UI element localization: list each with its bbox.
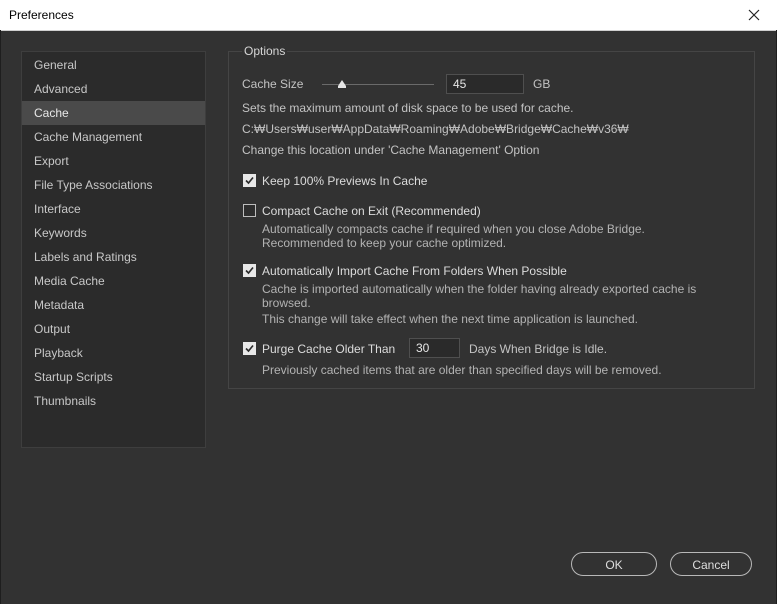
auto-import-desc-line1: Cache is imported automatically when the… [262, 282, 697, 296]
cache-size-description: Sets the maximum amount of disk space to… [242, 101, 574, 115]
purge-days-input[interactable] [409, 338, 460, 358]
compact-cache-desc-line2: Recommended to keep your cache optimized… [262, 236, 507, 250]
sidebar-item-metadata[interactable]: Metadata [22, 293, 205, 317]
auto-import-desc-line2: browsed. [262, 296, 311, 310]
compact-cache-checkbox[interactable] [243, 204, 256, 217]
cache-size-unit: GB [533, 77, 551, 91]
close-icon [748, 9, 760, 21]
keep-previews-checkbox[interactable] [243, 174, 256, 187]
purge-days-suffix: Days When Bridge is Idle. [469, 342, 608, 356]
close-button[interactable] [731, 0, 777, 30]
sidebar-item-output[interactable]: Output [22, 317, 205, 341]
sidebar-item-cache[interactable]: Cache [22, 101, 205, 125]
sidebar-item-startup-scripts[interactable]: Startup Scripts [22, 365, 205, 389]
purge-cache-checkbox[interactable] [243, 342, 256, 355]
sidebar-item-export[interactable]: Export [22, 149, 205, 173]
purge-cache-label[interactable]: Purge Cache Older Than [262, 342, 395, 356]
cache-size-input[interactable] [446, 74, 524, 94]
preferences-category-list: General Advanced Cache Cache Management … [21, 51, 206, 448]
sidebar-item-general[interactable]: General [22, 53, 205, 77]
sidebar-item-keywords[interactable]: Keywords [22, 221, 205, 245]
sidebar-item-thumbnails[interactable]: Thumbnails [22, 389, 205, 413]
sidebar-item-playback[interactable]: Playback [22, 341, 205, 365]
sidebar-item-advanced[interactable]: Advanced [22, 77, 205, 101]
auto-import-label[interactable]: Automatically Import Cache From Folders … [262, 264, 567, 278]
options-group-label: Options [242, 44, 288, 58]
sidebar-item-media-cache[interactable]: Media Cache [22, 269, 205, 293]
cancel-button[interactable]: Cancel [670, 552, 752, 576]
window-border-left [0, 30, 1, 604]
compact-cache-label[interactable]: Compact Cache on Exit (Recommended) [262, 204, 481, 218]
sidebar-item-interface[interactable]: Interface [22, 197, 205, 221]
title-bar: Preferences [0, 0, 777, 31]
compact-cache-desc-line1: Automatically compacts cache if required… [262, 222, 645, 236]
cache-location-hint: Change this location under 'Cache Manage… [242, 143, 540, 157]
sidebar-item-cache-management[interactable]: Cache Management [22, 125, 205, 149]
window-title: Preferences [9, 8, 74, 22]
purge-cache-description: Previously cached items that are older t… [262, 363, 662, 377]
checkmark-icon [245, 266, 254, 275]
cache-path: C:₩Users₩user₩AppData₩Roaming₩Adobe₩Brid… [242, 122, 629, 136]
sidebar-item-file-type-associations[interactable]: File Type Associations [22, 173, 205, 197]
sidebar-item-labels-and-ratings[interactable]: Labels and Ratings [22, 245, 205, 269]
cache-size-slider-thumb[interactable] [338, 80, 347, 88]
ok-button[interactable]: OK [571, 552, 657, 576]
checkmark-icon [245, 344, 254, 353]
keep-previews-label[interactable]: Keep 100% Previews In Cache [262, 174, 427, 188]
cache-size-label: Cache Size [242, 77, 304, 91]
checkmark-icon [245, 176, 254, 185]
auto-import-desc-line3: This change will take effect when the ne… [262, 312, 638, 326]
auto-import-checkbox[interactable] [243, 264, 256, 277]
